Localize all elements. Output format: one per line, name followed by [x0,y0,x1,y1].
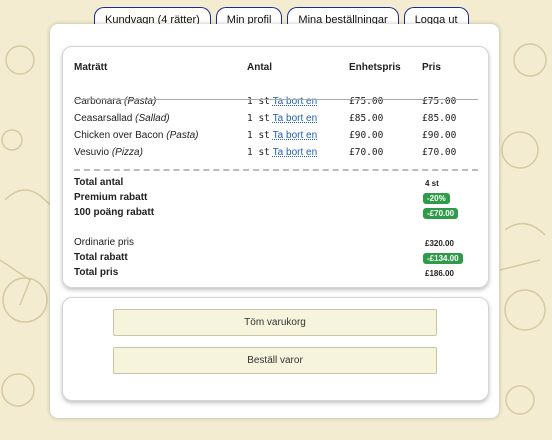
ordinary-price-label: Ordinarie pris [74,237,135,248]
dish-category: (Pasta) [166,130,199,141]
actions-card: Töm varukorg Beställ varor [62,297,489,401]
remove-one-link[interactable]: Ta bort en [273,130,317,141]
dish-qty: 1 st [247,130,270,141]
clear-cart-button[interactable]: Töm varukorg [113,309,437,336]
dish-unit-price: £90.00 [349,130,384,141]
table-row: Vesuvio (Pizza) 1 st Ta bort en £70.00 £… [74,144,478,161]
cart-table: Maträtt Antal Enhetspris Pris Carbonara … [74,58,478,161]
summary-divider [74,169,478,171]
dish-unit-price: £70.00 [349,147,384,158]
dish-price: £90.00 [422,130,457,141]
remove-one-link[interactable]: Ta bort en [273,96,317,107]
remove-one-link[interactable]: Ta bort en [273,113,317,124]
total-price-value: £186.00 [425,269,454,278]
dish-category: (Pizza) [111,147,143,158]
dish-price: £70.00 [422,147,457,158]
cart-card: Maträtt Antal Enhetspris Pris Carbonara … [62,46,489,288]
main-panel: Maträtt Antal Enhetspris Pris Carbonara … [50,24,499,418]
ordinary-price-value: £320.00 [425,239,454,248]
header-price: Pris [422,61,441,73]
points-discount-badge: -£70.00 [423,208,459,219]
dish-category: (Pasta) [124,96,157,107]
total-count-label: Total antal [74,177,124,188]
total-discount-badge: -£134.00 [423,253,463,264]
table-header-row: Maträtt Antal Enhetspris Pris [74,58,478,76]
total-count-value: 4 st [425,179,439,188]
dish-price: £75.00 [422,96,457,107]
place-order-button[interactable]: Beställ varor [113,347,437,374]
dish-unit-price: £85.00 [349,113,384,124]
dish-unit-price: £75.00 [349,96,384,107]
total-discount-label: Total rabatt [74,252,128,263]
header-dish: Maträtt [74,61,108,73]
premium-discount-label: Premium rabatt [74,192,148,203]
table-row: Carbonara (Pasta) 1 st Ta bort en £75.00… [74,93,478,110]
total-price-label: Total pris [74,267,119,278]
dish-category: (Sallad) [135,113,170,124]
remove-one-link[interactable]: Ta bort en [273,147,317,158]
table-row: Ceasarsallad (Sallad) 1 st Ta bort en £8… [74,110,478,127]
dish-qty: 1 st [247,96,270,107]
premium-discount-badge: -20% [423,193,450,204]
header-qty: Antal [247,61,272,73]
dish-name: Vesuvio [74,147,110,158]
points-discount-label: 100 poäng rabatt [74,207,155,218]
dish-price: £85.00 [422,113,457,124]
dish-qty: 1 st [247,147,270,158]
header-unit-price: Enhetspris [349,61,401,73]
header-divider [74,99,478,100]
table-row: Chicken over Bacon (Pasta) 1 st Ta bort … [74,127,478,144]
dish-name: Carbonara [74,96,122,107]
dish-qty: 1 st [247,113,270,124]
dish-name: Ceasarsallad [74,113,133,124]
dish-name: Chicken over Bacon [74,130,164,141]
